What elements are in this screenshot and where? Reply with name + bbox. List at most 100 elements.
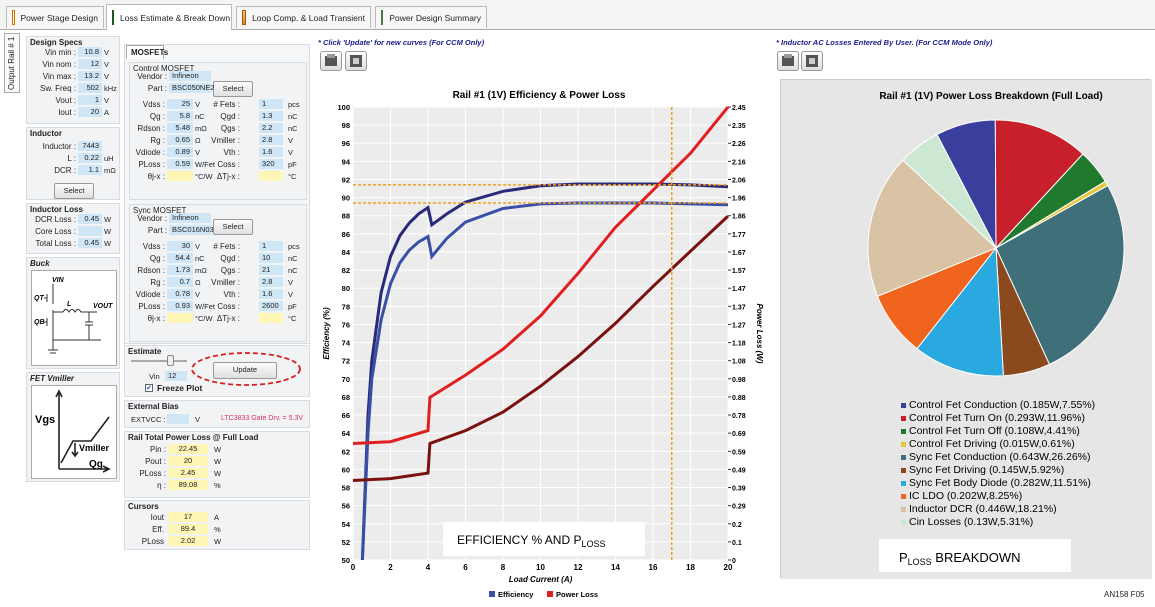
control-r3-field[interactable]: 2.8: [259, 135, 283, 145]
inductor-0-field[interactable]: 7443: [78, 141, 102, 151]
rail-2-label: PLoss :: [139, 469, 166, 478]
sync-r3-field[interactable]: 2.8: [259, 277, 283, 287]
export-button-pie[interactable]: [801, 51, 823, 71]
inductor-loss-1-field[interactable]: [78, 226, 102, 236]
control-l5-field[interactable]: 0.59: [167, 159, 193, 169]
sync-l6-field[interactable]: [167, 313, 193, 323]
sync-l3-field[interactable]: 0.7: [167, 277, 193, 287]
spec-1-field[interactable]: 12: [78, 59, 102, 69]
export-icon: [806, 55, 818, 67]
inductor-1-field[interactable]: 0.22: [78, 153, 102, 163]
spec-4-field[interactable]: 1: [78, 95, 102, 105]
tab-power-stage-design[interactable]: Power Stage Design: [6, 6, 104, 28]
control-r1-field[interactable]: 1.3: [259, 111, 283, 121]
spec-5-field[interactable]: 20: [78, 107, 102, 117]
spec-1-unit: V: [104, 60, 110, 69]
section-title: External Bias: [128, 402, 179, 411]
control-l4-field[interactable]: 0.89: [167, 147, 193, 157]
control-l2-field[interactable]: 5.48: [167, 123, 193, 133]
y-tick-label: 86: [342, 230, 350, 239]
extvcc-field[interactable]: [167, 414, 189, 424]
sync-l2-field[interactable]: 1.73: [167, 265, 193, 275]
sync-part-field[interactable]: BSC016N03: [169, 225, 214, 235]
export-button[interactable]: [345, 51, 367, 71]
control-part-label: Part :: [147, 84, 167, 93]
control-r5-field[interactable]: 320: [259, 159, 283, 169]
rail-0-unit: W: [214, 445, 222, 454]
rail-0-label: Pin :: [149, 445, 166, 454]
side-tab-label: Output Rail # 1: [7, 36, 16, 90]
legend-swatch-0: [489, 591, 495, 597]
control-r2-label: Qgs :: [220, 124, 240, 133]
sync-r1-field[interactable]: 10: [259, 253, 283, 263]
control-part-field[interactable]: BSC050NE2: [169, 83, 215, 93]
sync-r2-label: Qgs :: [220, 266, 240, 275]
sync-r6-field[interactable]: [259, 313, 283, 323]
sync-vendor-field[interactable]: Infineon: [169, 213, 211, 223]
sync-r5-field[interactable]: 2600: [259, 301, 283, 311]
control-vendor-field[interactable]: Infineon: [169, 71, 211, 81]
print-button[interactable]: [320, 51, 342, 71]
control-r6-field[interactable]: [259, 171, 283, 181]
control-r2-field[interactable]: 2.2: [259, 123, 283, 133]
legend-entry-4: Sync Fet Conduction (0.643W,26.26%): [909, 451, 1091, 463]
tab-output-rail[interactable]: Output Rail # 1: [4, 33, 20, 93]
y-tick-label: 76: [342, 320, 350, 329]
control-r6-unit: °C: [288, 172, 297, 181]
tab-power-design-summary[interactable]: Power Design Summary: [375, 6, 487, 28]
control-mosfet-select-button[interactable]: Select: [213, 81, 253, 97]
y2-tick-label: 0.59: [732, 449, 746, 456]
sync-r1-label: Qgd :: [220, 254, 240, 263]
sync-l1-field[interactable]: 54.4: [167, 253, 193, 263]
rail-0-field: 22.45: [168, 444, 208, 454]
control-l3-field[interactable]: 0.65: [167, 135, 193, 145]
control-r0-field[interactable]: 1: [259, 99, 283, 109]
tab-loop-comp[interactable]: Loop Comp. & Load Transient: [236, 6, 371, 28]
fet-vmiller-panel: FET Vmiller Vgs Vmiller Qg: [26, 372, 120, 482]
control-l1-field[interactable]: 5.8: [167, 111, 193, 121]
vin-slider-track[interactable]: [131, 360, 187, 362]
freeze-plot-checkbox[interactable]: ✔: [145, 384, 153, 392]
sync-mosfet-select-button[interactable]: Select: [213, 219, 253, 235]
inductor-select-button[interactable]: Select: [54, 183, 94, 199]
sync-r0-field[interactable]: 1: [259, 241, 283, 251]
spec-3-field[interactable]: 502: [78, 83, 102, 93]
print-button-pie[interactable]: [777, 51, 799, 71]
x-tick-label: 14: [611, 563, 620, 572]
sync-l3-label: Rg :: [150, 278, 165, 287]
pie-annot-part: LOSS: [908, 557, 932, 567]
tab-loss-estimate[interactable]: Loss Estimate & Break Down: [106, 4, 232, 30]
spec-0-field[interactable]: 10.8: [78, 47, 102, 57]
sync-l0-field[interactable]: 30: [167, 241, 193, 251]
inductor-loss-2-field[interactable]: 0.45: [78, 238, 102, 248]
y-tick-label: 98: [342, 121, 350, 130]
x-tick-label: 2: [388, 563, 393, 572]
rail-3-label: η :: [157, 481, 166, 490]
control-l0-field[interactable]: 25: [167, 99, 193, 109]
control-l0-label: Vdss :: [142, 100, 165, 109]
sync-l0-label: Vdss :: [142, 242, 165, 251]
y-tick-label: 60: [342, 465, 350, 474]
cursor-0-label: Iout: [150, 513, 164, 522]
inductor-2-field[interactable]: 1.1: [78, 165, 102, 175]
control-l6-field[interactable]: [167, 171, 193, 181]
tab-mosfets[interactable]: MOSFETs: [126, 45, 168, 59]
tab-label: Loop Comp. & Load Transient: [252, 12, 365, 23]
control-r4-field[interactable]: 1.6: [259, 147, 283, 157]
control-r6-label: ΔTj-x :: [216, 172, 240, 181]
spec-2-field[interactable]: 13.2: [78, 71, 102, 81]
sync-l4-field[interactable]: 0.78: [167, 289, 193, 299]
spec-1-label: Vin nom :: [42, 60, 76, 69]
inductor-loss-0-field[interactable]: 0.45: [78, 214, 102, 224]
sync-r2-field[interactable]: 21: [259, 265, 283, 275]
estimate-vin-field[interactable]: 12: [165, 371, 187, 381]
inductor-2-label: DCR :: [54, 166, 76, 175]
vin-slider-thumb[interactable]: [167, 355, 174, 366]
y2-tick-label: 1.96: [732, 196, 746, 203]
buck-schematic: VIN QT QB L VOUT: [31, 270, 117, 366]
sync-r4-field[interactable]: 1.6: [259, 289, 283, 299]
sync-l5-field[interactable]: 0.93: [167, 301, 193, 311]
y-tick-label: 50: [342, 556, 350, 565]
y-tick-label: 92: [342, 175, 350, 184]
rail-1-label: Pout :: [145, 457, 166, 466]
